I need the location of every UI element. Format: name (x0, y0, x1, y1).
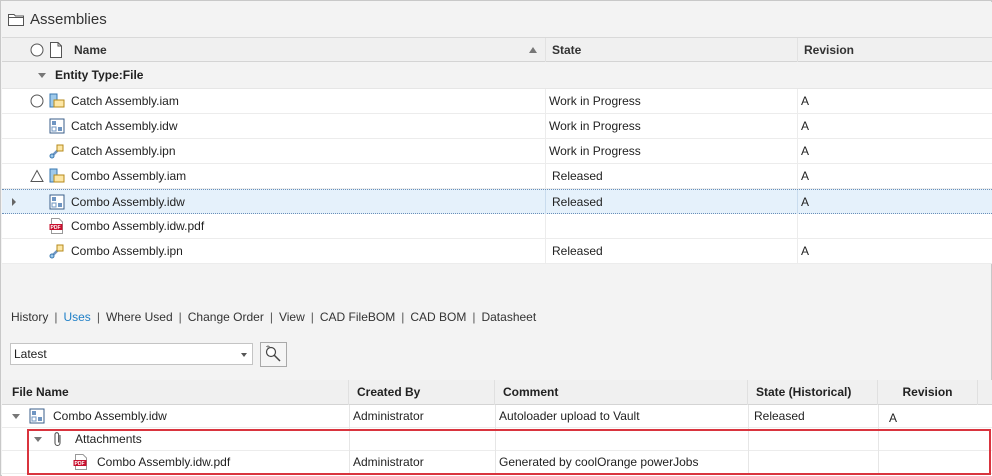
file-state: Released (552, 195, 603, 209)
circle-status-icon (30, 94, 44, 108)
select-in-view-button[interactable] (260, 342, 287, 367)
tab-cad-filebom[interactable]: CAD FileBOM (320, 310, 395, 324)
file-state: Work in Progress (549, 119, 641, 133)
column-header-state[interactable]: State (546, 38, 798, 62)
expand-triangle-icon[interactable] (12, 414, 20, 419)
table-row[interactable]: Catch Assembly.idw Work in Progress A (2, 114, 992, 139)
uses-file-name[interactable]: Combo Assembly.idw.pdf (97, 451, 230, 474)
file-state: Work in Progress (549, 94, 641, 108)
uses-created-by: Administrator (353, 455, 424, 469)
uses-row[interactable]: PDF Combo Assembly.idw.pdf Administrator… (2, 451, 992, 474)
column-header-created-by[interactable]: Created By (349, 380, 495, 405)
grid-header: Name State Revision (2, 38, 992, 62)
collapse-triangle-icon[interactable] (38, 73, 46, 78)
file-column-icon[interactable] (49, 42, 63, 58)
uses-comment: Generated by coolOrange powerJobs (499, 455, 699, 469)
file-name[interactable]: Combo Assembly.ipn (71, 239, 183, 263)
magnifier-cursor-icon (265, 345, 281, 362)
svg-text:PDF: PDF (51, 225, 61, 231)
uses-row[interactable]: Combo Assembly.idw Administrator Autoloa… (2, 405, 992, 428)
column-header-file-name[interactable]: File Name (2, 380, 349, 405)
drawing-icon (49, 118, 65, 134)
file-name[interactable]: Combo Assembly.iam (71, 164, 186, 188)
sort-ascending-icon (529, 47, 537, 53)
table-row[interactable]: Catch Assembly.ipn Work in Progress A (2, 139, 992, 164)
file-name[interactable]: Catch Assembly.iam (71, 89, 179, 113)
uses-grid-header: File Name Created By Comment State (Hist… (2, 380, 992, 405)
panel-header: Assemblies (2, 2, 992, 38)
uses-state: Released (754, 409, 805, 423)
uses-file-name[interactable]: Attachments (75, 428, 142, 451)
chevron-down-icon (241, 353, 247, 357)
tab-view[interactable]: View (279, 310, 305, 324)
tab-history[interactable]: History (11, 310, 48, 324)
column-header-name[interactable]: Name (68, 38, 546, 62)
file-revision: A (801, 244, 810, 258)
tab-datasheet[interactable]: Datasheet (481, 310, 536, 324)
file-state: Work in Progress (549, 144, 641, 158)
drawing-icon (49, 194, 65, 210)
uses-comment: Autoloader upload to Vault (499, 409, 640, 423)
triangle-status-icon (30, 169, 44, 182)
group-row[interactable]: Entity Type:File (2, 62, 992, 89)
tab-change-order[interactable]: Change Order (188, 310, 264, 324)
file-revision: A (801, 169, 810, 183)
tab-where-used[interactable]: Where Used (106, 310, 173, 324)
assembly-icon (49, 168, 65, 183)
file-revision: A (801, 144, 810, 158)
uses-grid: File Name Created By Comment State (Hist… (2, 380, 992, 476)
group-label: Entity Type:File (55, 68, 144, 82)
expand-triangle-icon[interactable] (34, 437, 42, 442)
uses-row[interactable]: Attachments (2, 428, 992, 451)
table-row[interactable]: Combo Assembly.ipn Released A (2, 239, 992, 264)
status-column-icon[interactable] (30, 43, 44, 57)
column-header-revision[interactable]: Revision (878, 380, 978, 405)
version-dropdown-value: Latest (14, 347, 47, 361)
presentation-icon (49, 144, 64, 159)
file-name[interactable]: Catch Assembly.idw (71, 114, 177, 138)
current-row-indicator-icon (12, 198, 16, 206)
column-header-revision[interactable]: Revision (798, 38, 992, 62)
table-row-selected[interactable]: Combo Assembly.idw Released A (2, 189, 992, 215)
file-state: Released (552, 244, 603, 258)
file-revision: A (801, 195, 810, 209)
file-state: Released (552, 169, 603, 183)
tab-uses[interactable]: Uses (63, 310, 90, 324)
file-name[interactable]: Catch Assembly.ipn (71, 139, 176, 163)
vault-window: Assemblies Name State Revision Entity Ty… (0, 0, 992, 476)
column-header-state-historical[interactable]: State (Historical) (748, 380, 878, 405)
presentation-icon (49, 244, 64, 259)
uses-revision: A (889, 411, 898, 425)
file-name[interactable]: Combo Assembly.idw.pdf (71, 214, 204, 238)
detail-tabs: History | Uses | Where Used | Change Order |… (11, 310, 537, 324)
tab-cad-bom[interactable]: CAD BOM (410, 310, 466, 324)
table-row[interactable]: Combo Assembly.iam Released A (2, 164, 992, 189)
column-header-comment[interactable]: Comment (495, 380, 748, 405)
entity-grid: Name State Revision Entity Type:File Cat… (2, 38, 992, 264)
pdf-icon: PDF (73, 454, 87, 470)
svg-text:PDF: PDF (75, 461, 85, 467)
file-revision: A (801, 94, 810, 108)
table-row[interactable]: PDF Combo Assembly.idw.pdf (2, 214, 992, 239)
version-dropdown[interactable]: Latest (10, 343, 253, 365)
paperclip-icon (54, 432, 61, 447)
uses-file-name[interactable]: Combo Assembly.idw (53, 405, 167, 428)
uses-created-by: Administrator (353, 409, 424, 423)
folder-icon (8, 14, 24, 26)
panel-title: Assemblies (30, 11, 107, 28)
pdf-icon: PDF (49, 218, 63, 234)
file-revision: A (801, 119, 810, 133)
assembly-icon (49, 93, 65, 108)
table-row[interactable]: Catch Assembly.iam Work in Progress A (2, 89, 992, 114)
file-name[interactable]: Combo Assembly.idw (71, 190, 185, 214)
drawing-icon (29, 408, 45, 424)
